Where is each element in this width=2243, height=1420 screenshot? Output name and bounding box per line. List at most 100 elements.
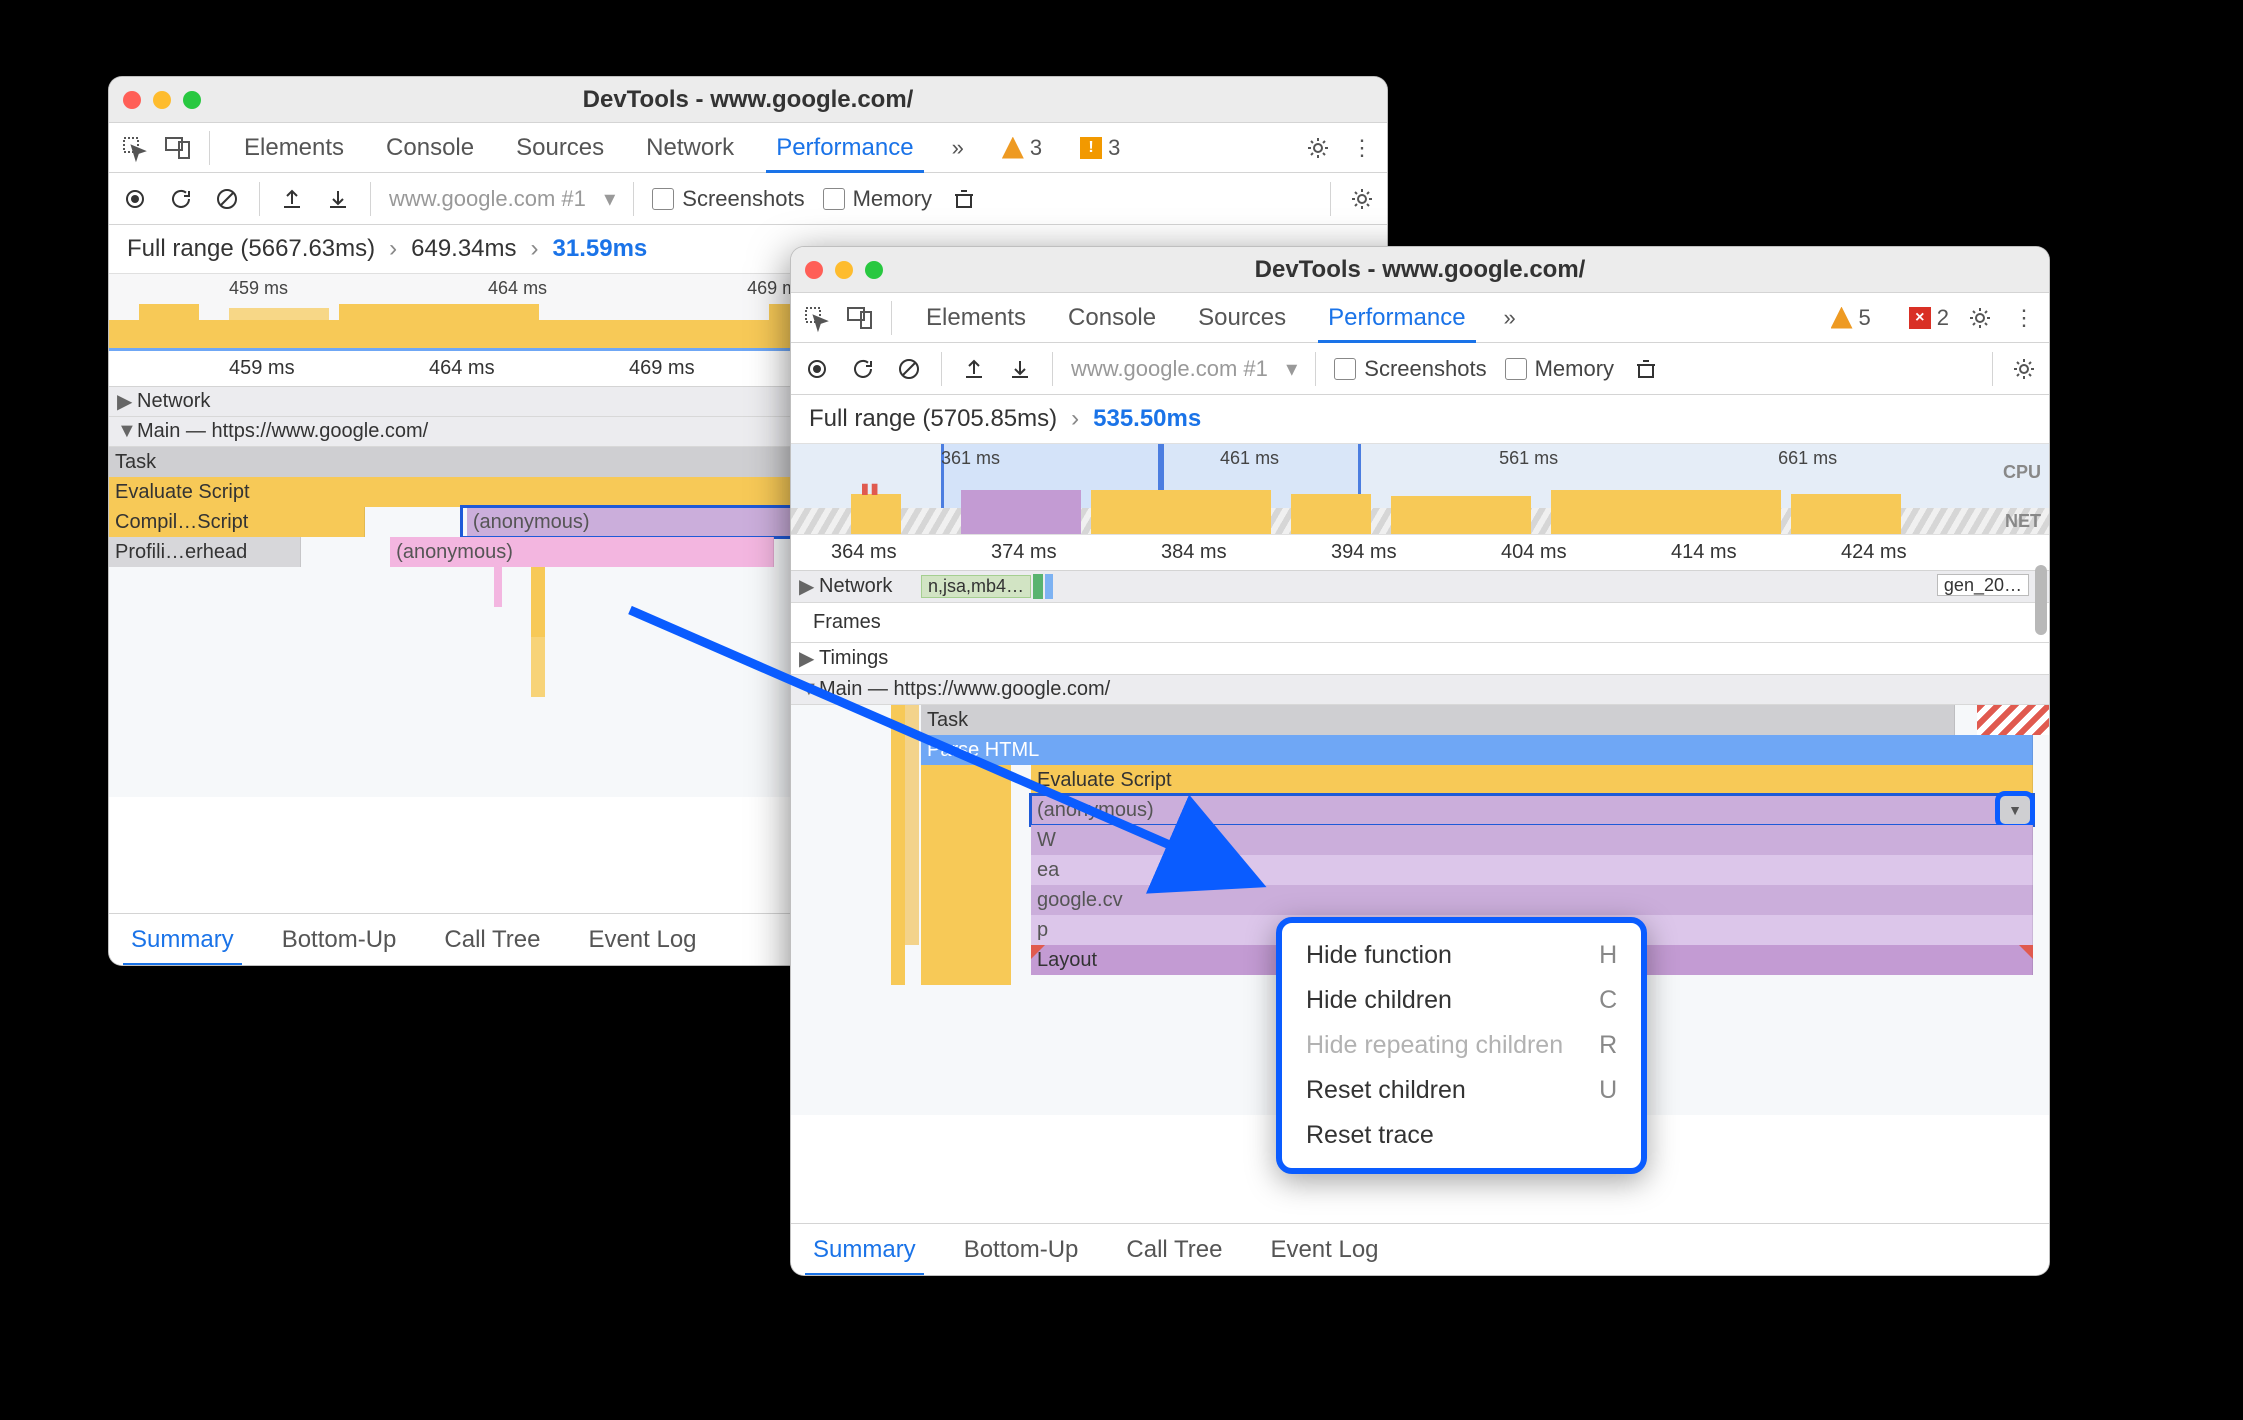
separator — [891, 301, 892, 335]
inspect-element-icon[interactable] — [803, 305, 829, 331]
perf-bottom-tabs: Summary Bottom-Up Call Tree Event Log — [791, 1223, 2049, 1275]
device-toolbar-icon[interactable] — [847, 305, 873, 331]
memory-check[interactable]: Memory — [1505, 356, 1614, 382]
flame-ea[interactable]: ea — [1031, 855, 2033, 885]
clear-icon[interactable] — [213, 185, 241, 213]
record-icon[interactable] — [121, 185, 149, 213]
warnings-badge[interactable]: 3 — [1002, 135, 1042, 161]
range-mid[interactable]: 649.34ms — [411, 235, 516, 263]
tab-console[interactable]: Console — [382, 123, 478, 172]
track-label: Frames — [813, 611, 881, 634]
flame-evaluate-script[interactable]: Evaluate Script — [1031, 765, 2033, 795]
ctx-label: Hide repeating children — [1306, 1031, 1563, 1060]
tab-sources[interactable]: Sources — [512, 123, 608, 172]
clear-icon[interactable] — [895, 355, 923, 383]
tab-event-log[interactable]: Event Log — [584, 914, 700, 965]
range-leaf[interactable]: 535.50ms — [1093, 405, 1201, 433]
track-timings[interactable]: ▶Timings — [791, 643, 2049, 675]
issues-badge[interactable]: !3 — [1080, 135, 1120, 161]
ctx-hide-children[interactable]: Hide children C — [1292, 978, 1631, 1023]
download-icon[interactable] — [324, 185, 352, 213]
ctx-label: Hide function — [1306, 941, 1452, 970]
garbage-collect-icon[interactable] — [950, 185, 978, 213]
tab-bottom-up[interactable]: Bottom-Up — [960, 1224, 1083, 1275]
screenshots-label: Screenshots — [1364, 356, 1486, 382]
tab-sources[interactable]: Sources — [1194, 293, 1290, 342]
overview-time: 459 ms — [229, 278, 288, 299]
ruler-tick: 414 ms — [1671, 541, 1737, 564]
reload-icon[interactable] — [167, 185, 195, 213]
track-network[interactable]: ▶Network n,jsa,mb4… gen_20… — [791, 571, 2049, 603]
device-toolbar-icon[interactable] — [165, 135, 191, 161]
network-item[interactable]: gen_20… — [1937, 574, 2029, 596]
inspect-element-icon[interactable] — [121, 135, 147, 161]
profile-select[interactable]: www.google.com #1 ▾ — [1071, 356, 1297, 382]
tab-console[interactable]: Console — [1064, 293, 1160, 342]
tab-performance[interactable]: Performance — [772, 123, 917, 172]
more-icon[interactable]: ⋮ — [2011, 305, 2037, 331]
reload-icon[interactable] — [849, 355, 877, 383]
flame-anonymous[interactable]: (anonymous) — [390, 537, 773, 567]
ruler-tick: 394 ms — [1331, 541, 1397, 564]
flame-google-cv[interactable]: google.cv — [1031, 885, 2033, 915]
ctx-reset-trace[interactable]: Reset trace — [1292, 1113, 1631, 1158]
tab-bottom-up[interactable]: Bottom-Up — [278, 914, 401, 965]
memory-check[interactable]: Memory — [823, 186, 932, 212]
tab-call-tree[interactable]: Call Tree — [1122, 1224, 1226, 1275]
errors-badge[interactable]: ×2 — [1909, 305, 1949, 331]
track-main[interactable]: ▼Main — https://www.google.com/ — [791, 675, 2049, 705]
track-frames[interactable]: Frames — [791, 603, 2049, 643]
screenshots-check[interactable]: Screenshots — [1334, 356, 1486, 382]
profile-select[interactable]: www.google.com #1 ▾ — [389, 186, 615, 212]
tab-event-log[interactable]: Event Log — [1266, 1224, 1382, 1275]
garbage-collect-icon[interactable] — [1632, 355, 1660, 383]
range-full[interactable]: Full range (5705.85ms) — [809, 405, 1057, 433]
ruler-tick: 459 ms — [229, 357, 295, 380]
range-leaf[interactable]: 31.59ms — [553, 235, 648, 263]
screenshots-check[interactable]: Screenshots — [652, 186, 804, 212]
tab-network[interactable]: Network — [642, 123, 738, 172]
separator — [209, 131, 210, 165]
memory-label: Memory — [1535, 356, 1614, 382]
warnings-badge[interactable]: 5 — [1831, 305, 1871, 331]
more-tabs-icon[interactable]: » — [952, 135, 964, 161]
tab-summary[interactable]: Summary — [127, 914, 238, 965]
range-full[interactable]: Full range (5667.63ms) — [127, 235, 375, 263]
ruler-tick: 464 ms — [429, 357, 495, 380]
warning-marker-icon — [2019, 945, 2033, 959]
network-item[interactable]: n,jsa,mb4… — [921, 575, 1031, 598]
devtools-panel-tabs: Elements Console Sources Performance » 5… — [791, 293, 2049, 343]
tab-performance[interactable]: Performance — [1324, 293, 1469, 342]
ctx-hide-function[interactable]: Hide function H — [1292, 933, 1631, 978]
profile-select-label: www.google.com #1 — [1071, 356, 1268, 381]
upload-icon[interactable] — [278, 185, 306, 213]
settings-icon[interactable] — [1305, 135, 1331, 161]
window-title: DevTools - www.google.com/ — [109, 86, 1387, 114]
track-label: Network — [137, 390, 210, 413]
settings-icon[interactable] — [1967, 305, 1993, 331]
flame-profiling-overhead[interactable]: Profili…erhead — [109, 537, 301, 567]
flame-task[interactable]: Task — [921, 705, 1955, 735]
flame-parse-html[interactable]: Parse HTML — [921, 735, 2033, 765]
flame-w[interactable]: W — [1031, 825, 2033, 855]
upload-icon[interactable] — [960, 355, 988, 383]
tab-elements[interactable]: Elements — [240, 123, 348, 172]
entry-dropdown-button[interactable]: ▼ — [1995, 791, 2035, 829]
chevron-right-icon: › — [389, 235, 397, 263]
more-icon[interactable]: ⋮ — [1349, 135, 1375, 161]
capture-settings-icon[interactable] — [2011, 356, 2037, 382]
overview-minimap[interactable]: 361 ms 461 ms 561 ms 661 ms 761 ms CPU N… — [791, 443, 2049, 535]
flame-anonymous[interactable]: (anonymous) — [1031, 795, 2033, 825]
capture-settings-icon[interactable] — [1349, 186, 1375, 212]
tab-summary[interactable]: Summary — [809, 1224, 920, 1275]
record-icon[interactable] — [803, 355, 831, 383]
ctx-key: R — [1599, 1031, 1617, 1060]
tab-elements[interactable]: Elements — [922, 293, 1030, 342]
flame-compile-script[interactable]: Compil…Script — [109, 507, 365, 537]
download-icon[interactable] — [1006, 355, 1034, 383]
time-ruler[interactable]: 364 ms 374 ms 384 ms 394 ms 404 ms 414 m… — [791, 535, 2049, 571]
scrollbar-vertical[interactable] — [2035, 565, 2047, 635]
tab-call-tree[interactable]: Call Tree — [440, 914, 544, 965]
more-tabs-icon[interactable]: » — [1504, 305, 1516, 331]
ctx-reset-children[interactable]: Reset children U — [1292, 1068, 1631, 1113]
